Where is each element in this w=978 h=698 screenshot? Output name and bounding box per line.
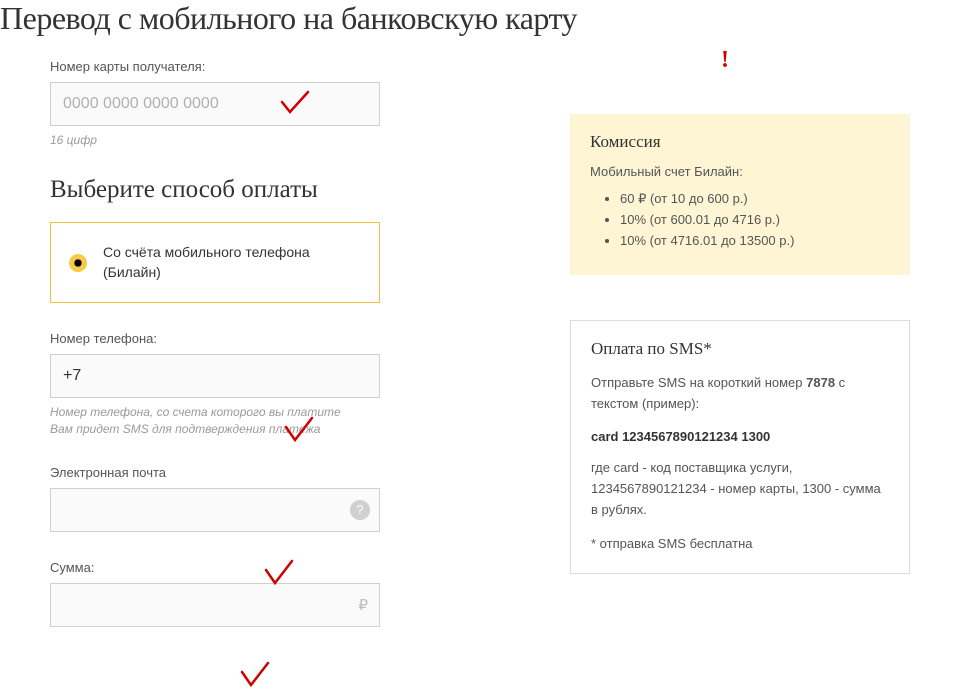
currency-icon: ₽ (358, 596, 368, 614)
payment-option-mobile[interactable]: Со счёта мобильного телефона (Билайн) (50, 222, 380, 303)
commission-panel: Комиссия Мобильный счет Билайн: 60 ₽ (от… (570, 114, 910, 275)
help-icon[interactable]: ? (350, 500, 370, 520)
sms-intro: Отправьте SMS на короткий номер 7878 с т… (591, 373, 889, 415)
phone-hint: Номер телефона, со счета которого вы пла… (50, 404, 540, 436)
commission-list: 60 ₽ (от 10 до 600 р.) 10% (от 600.01 до… (590, 189, 890, 251)
sum-label: Сумма: (50, 560, 540, 575)
form-column: Номер карты получателя: 16 цифр Выберите… (50, 59, 570, 627)
sms-short-number: 7878 (806, 375, 835, 390)
payment-method-title: Выберите способ оплаты (50, 176, 540, 204)
annotation-check-icon (238, 660, 272, 698)
email-label: Электронная почта (50, 465, 540, 480)
radio-selected-icon (69, 254, 87, 272)
sms-panel: Оплата по SMS* Отправьте SMS на короткий… (570, 320, 910, 574)
card-number-input[interactable] (50, 82, 380, 126)
commission-item: 10% (от 4716.01 до 13500 р.) (620, 231, 890, 252)
card-hint: 16 цифр (50, 132, 540, 148)
commission-item: 60 ₽ (от 10 до 600 р.) (620, 189, 890, 210)
phone-input[interactable] (50, 354, 380, 398)
sms-explain: где card - код поставщика услуги, 123456… (591, 458, 889, 520)
sms-title: Оплата по SMS* (591, 339, 889, 359)
page-title: Перевод с мобильного на банковскую карту (0, 0, 978, 37)
sms-note: * отправка SMS бесплатна (591, 534, 889, 555)
commission-title: Комиссия (590, 132, 890, 152)
commission-item: 10% (от 600.01 до 4716 р.) (620, 210, 890, 231)
email-input[interactable] (50, 488, 380, 532)
sms-example: card 1234567890121234 1300 (591, 429, 889, 444)
info-column: Комиссия Мобильный счет Билайн: 60 ₽ (от… (570, 59, 910, 627)
commission-subtitle: Мобильный счет Билайн: (590, 164, 890, 179)
sum-input[interactable] (50, 583, 380, 627)
card-label: Номер карты получателя: (50, 59, 540, 74)
payment-option-label: Со счёта мобильного телефона (Билайн) (103, 243, 361, 282)
phone-label: Номер телефона: (50, 331, 540, 346)
